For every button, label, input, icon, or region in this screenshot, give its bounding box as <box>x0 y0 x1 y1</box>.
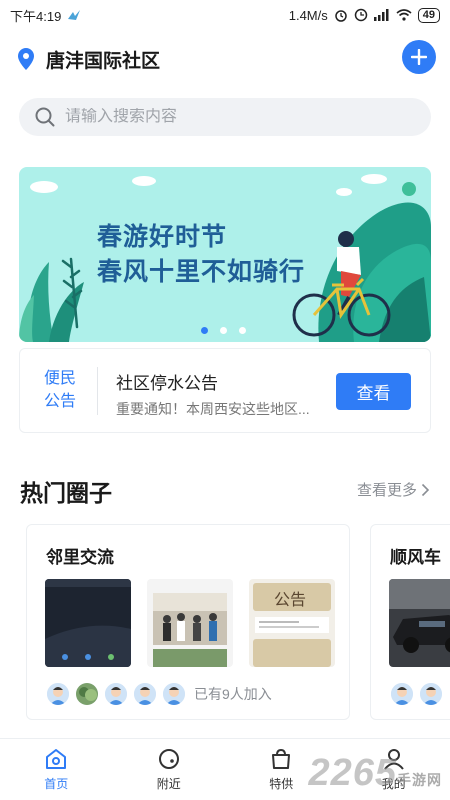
tab-label: 附近 <box>156 777 181 791</box>
banner-subheadline: 春风十里不如骑行 <box>97 258 306 286</box>
section-title: 热门圈子 <box>20 480 112 506</box>
promo-banner[interactable]: 春游好时节 春风十里不如骑行 <box>19 167 431 342</box>
battery-indicator: 49 <box>417 7 440 23</box>
thumbnail-image[interactable] <box>389 579 450 667</box>
avatar[interactable] <box>161 681 187 707</box>
thumbnail-image[interactable]: 公告 <box>249 579 335 667</box>
home-icon <box>46 749 67 769</box>
search-input[interactable] <box>65 108 395 126</box>
notice-summary: 重要通知！本周西安这些地区... <box>116 401 310 417</box>
wifi-icon <box>396 9 412 21</box>
avatar[interactable] <box>103 681 129 707</box>
notice-stamp-text: 公告 <box>274 590 307 609</box>
tab-label: 特供 <box>269 777 294 791</box>
banner-headline: 春游好时节 <box>97 223 228 251</box>
circle-card[interactable]: 顺风车 <box>370 524 450 720</box>
carousel-dot[interactable] <box>201 327 208 334</box>
member-avatars <box>389 681 447 707</box>
plus-icon <box>411 49 427 65</box>
app-header: 唐沣国际社区 <box>0 40 450 78</box>
tab-nearby[interactable]: 附近 <box>113 739 226 800</box>
notice-title: 社区停水公告 <box>116 374 218 393</box>
notification-bird-icon <box>68 10 81 20</box>
add-button[interactable] <box>402 40 436 74</box>
carousel-dot[interactable] <box>220 327 227 334</box>
watermark-sub: 手游网 <box>397 772 442 788</box>
avatar[interactable] <box>418 681 444 707</box>
member-count: 已有9人加入 <box>194 686 272 702</box>
signal-icon <box>373 9 389 21</box>
status-bar: 下午4:19 1.4M/s 49 <box>0 0 450 30</box>
site-watermark: 2265手游网 <box>308 752 442 795</box>
status-time: 下午4:19 <box>10 8 62 24</box>
avatar[interactable] <box>132 681 158 707</box>
shopping-bag-icon <box>272 748 291 769</box>
circle-card[interactable]: 邻里交流 公告 已有9人加入 <box>26 524 350 720</box>
circle-title: 邻里交流 <box>46 548 114 567</box>
circle-thumbnails: 公告 <box>45 579 335 667</box>
community-title: 唐沣国际社区 <box>46 50 161 72</box>
avatar[interactable] <box>389 681 415 707</box>
location-pin-icon <box>18 48 34 70</box>
notice-divider <box>97 367 98 415</box>
view-more-label: 查看更多 <box>356 482 417 499</box>
thumbnail-image[interactable] <box>147 579 233 667</box>
carousel-indicator <box>201 327 246 334</box>
circle-thumbnails <box>389 579 450 667</box>
avatar[interactable] <box>74 681 100 707</box>
circle-title: 顺风车 <box>390 548 441 567</box>
watermark-brand: 2265 <box>308 752 397 794</box>
network-speed: 1.4M/s <box>288 7 328 23</box>
member-avatars: 已有9人加入 <box>45 681 272 707</box>
notice-tag: 便民公告 <box>43 370 76 410</box>
view-more-link[interactable]: 查看更多 <box>357 479 430 500</box>
view-notice-button[interactable]: 查看 <box>336 373 411 410</box>
tab-home[interactable]: 首页 <box>0 739 113 800</box>
tab-label: 首页 <box>44 777 69 791</box>
avatar[interactable] <box>45 681 71 707</box>
notice-card[interactable]: 便民公告 社区停水公告 重要通知！本周西安这些地区... 查看 <box>19 348 431 433</box>
community-selector[interactable]: 唐沣国际社区 <box>18 46 160 73</box>
chevron-right-icon <box>421 483 430 496</box>
clock-icon <box>354 8 367 22</box>
search-bar[interactable] <box>19 98 431 136</box>
search-icon <box>35 107 55 127</box>
carousel-dot[interactable] <box>239 327 246 334</box>
alarm-icon <box>335 10 347 22</box>
thumbnail-image[interactable] <box>45 579 131 667</box>
nearby-icon <box>158 749 179 769</box>
